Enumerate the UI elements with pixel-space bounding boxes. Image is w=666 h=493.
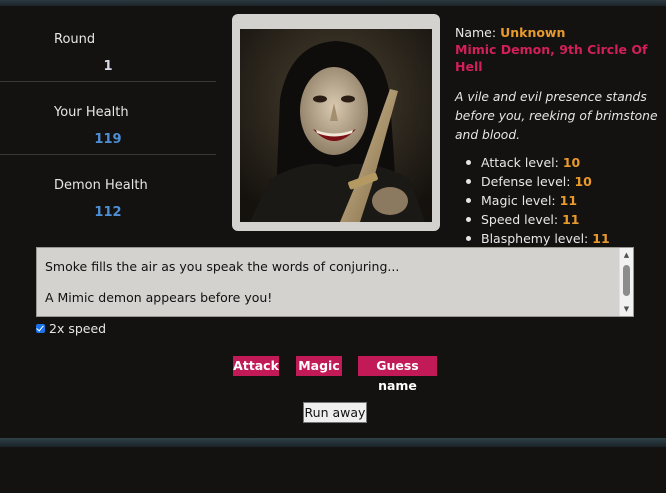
log-scrollbar[interactable]: ▲ ▼ <box>619 248 633 316</box>
demon-name: Name: Unknown <box>455 24 666 41</box>
attack-button[interactable]: Attack <box>233 356 279 376</box>
speed-toggle[interactable]: 2x speed <box>36 321 106 336</box>
battle-log[interactable]: Smoke fills the air as you speak the wor… <box>36 247 634 317</box>
demon-name-value: Unknown <box>500 25 566 40</box>
scroll-thumb[interactable] <box>623 265 630 296</box>
top-border <box>0 0 666 6</box>
your-health-label: Your Health <box>54 105 129 120</box>
stats-divider <box>0 154 216 155</box>
demon-levels: Attack level: 10 Defense level: 10 Magic… <box>455 153 666 248</box>
defense-level: Defense level: 10 <box>455 172 666 191</box>
scroll-up-arrow-icon[interactable]: ▲ <box>620 248 633 262</box>
demon-portrait-frame <box>232 14 440 231</box>
your-health-stat: Your Health 119 <box>0 87 216 160</box>
demon-health-label: Demon Health <box>54 178 148 193</box>
demon-name-label: Name: <box>455 25 497 40</box>
stats-divider <box>0 81 216 82</box>
magic-level: Magic level: 11 <box>455 191 666 210</box>
run-away-button[interactable]: Run away <box>303 402 367 423</box>
scroll-down-arrow-icon[interactable]: ▼ <box>620 302 633 316</box>
log-entry: Smoke fills the air as you speak the wor… <box>45 259 400 274</box>
round-stat: Round 1 <box>0 14 216 87</box>
blasphemy-level: Blasphemy level: 11 <box>455 229 666 248</box>
battle-log-text: Smoke fills the air as you speak the wor… <box>45 259 619 321</box>
demon-portrait <box>240 29 432 222</box>
footer-area <box>0 447 666 493</box>
speed-checkbox[interactable] <box>36 324 45 333</box>
demon-health-value: 112 <box>94 205 122 220</box>
demon-title: Mimic Demon, 9th Circle Of Hell <box>455 42 648 74</box>
log-entry: A Mimic demon appears before you! <box>45 290 273 305</box>
demon-health-stat: Demon Health 112 <box>0 160 216 233</box>
speed-level: Speed level: 11 <box>455 210 666 229</box>
round-value: 1 <box>103 59 113 74</box>
round-label: Round <box>54 32 96 47</box>
demon-portrait-image <box>240 29 432 222</box>
speed-label: 2x speed <box>49 321 107 336</box>
magic-button[interactable]: Magic <box>296 356 342 376</box>
attack-level: Attack level: 10 <box>455 153 666 172</box>
your-health-value: 119 <box>94 132 122 147</box>
demon-info: Name: Unknown Mimic Demon, 9th Circle Of… <box>455 24 666 248</box>
demon-description: A vile and evil presence stands before y… <box>455 90 658 142</box>
guess-name-button[interactable]: Guess name <box>358 356 437 393</box>
bottom-border <box>0 438 666 447</box>
